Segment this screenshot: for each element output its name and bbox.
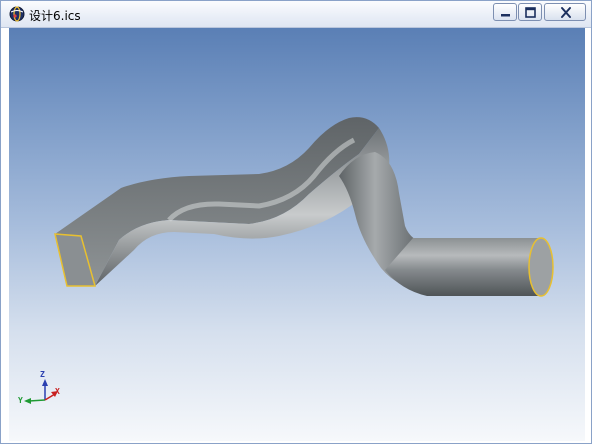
minimize-button[interactable] bbox=[493, 3, 517, 21]
close-icon bbox=[561, 7, 571, 18]
globe-app-icon[interactable] bbox=[9, 6, 25, 22]
title-bar[interactable]: 设计6.ics bbox=[1, 1, 591, 28]
round-tube bbox=[385, 238, 541, 296]
window-title: 设计6.ics bbox=[29, 9, 81, 23]
maximize-icon bbox=[525, 7, 536, 18]
close-button[interactable] bbox=[544, 3, 586, 21]
maximize-button[interactable] bbox=[518, 3, 542, 21]
axis-y-label: Y bbox=[18, 396, 23, 405]
minimize-icon bbox=[501, 14, 510, 17]
pipe-model[interactable] bbox=[9, 28, 585, 441]
axis-triad bbox=[24, 379, 58, 404]
app-window: 设计6.ics Z Y X bbox=[0, 0, 592, 444]
3d-viewport[interactable]: Z Y X bbox=[9, 28, 585, 441]
axis-x-label: X bbox=[55, 387, 60, 396]
round-opening bbox=[528, 237, 554, 297]
axis-z-label: Z bbox=[40, 370, 45, 379]
